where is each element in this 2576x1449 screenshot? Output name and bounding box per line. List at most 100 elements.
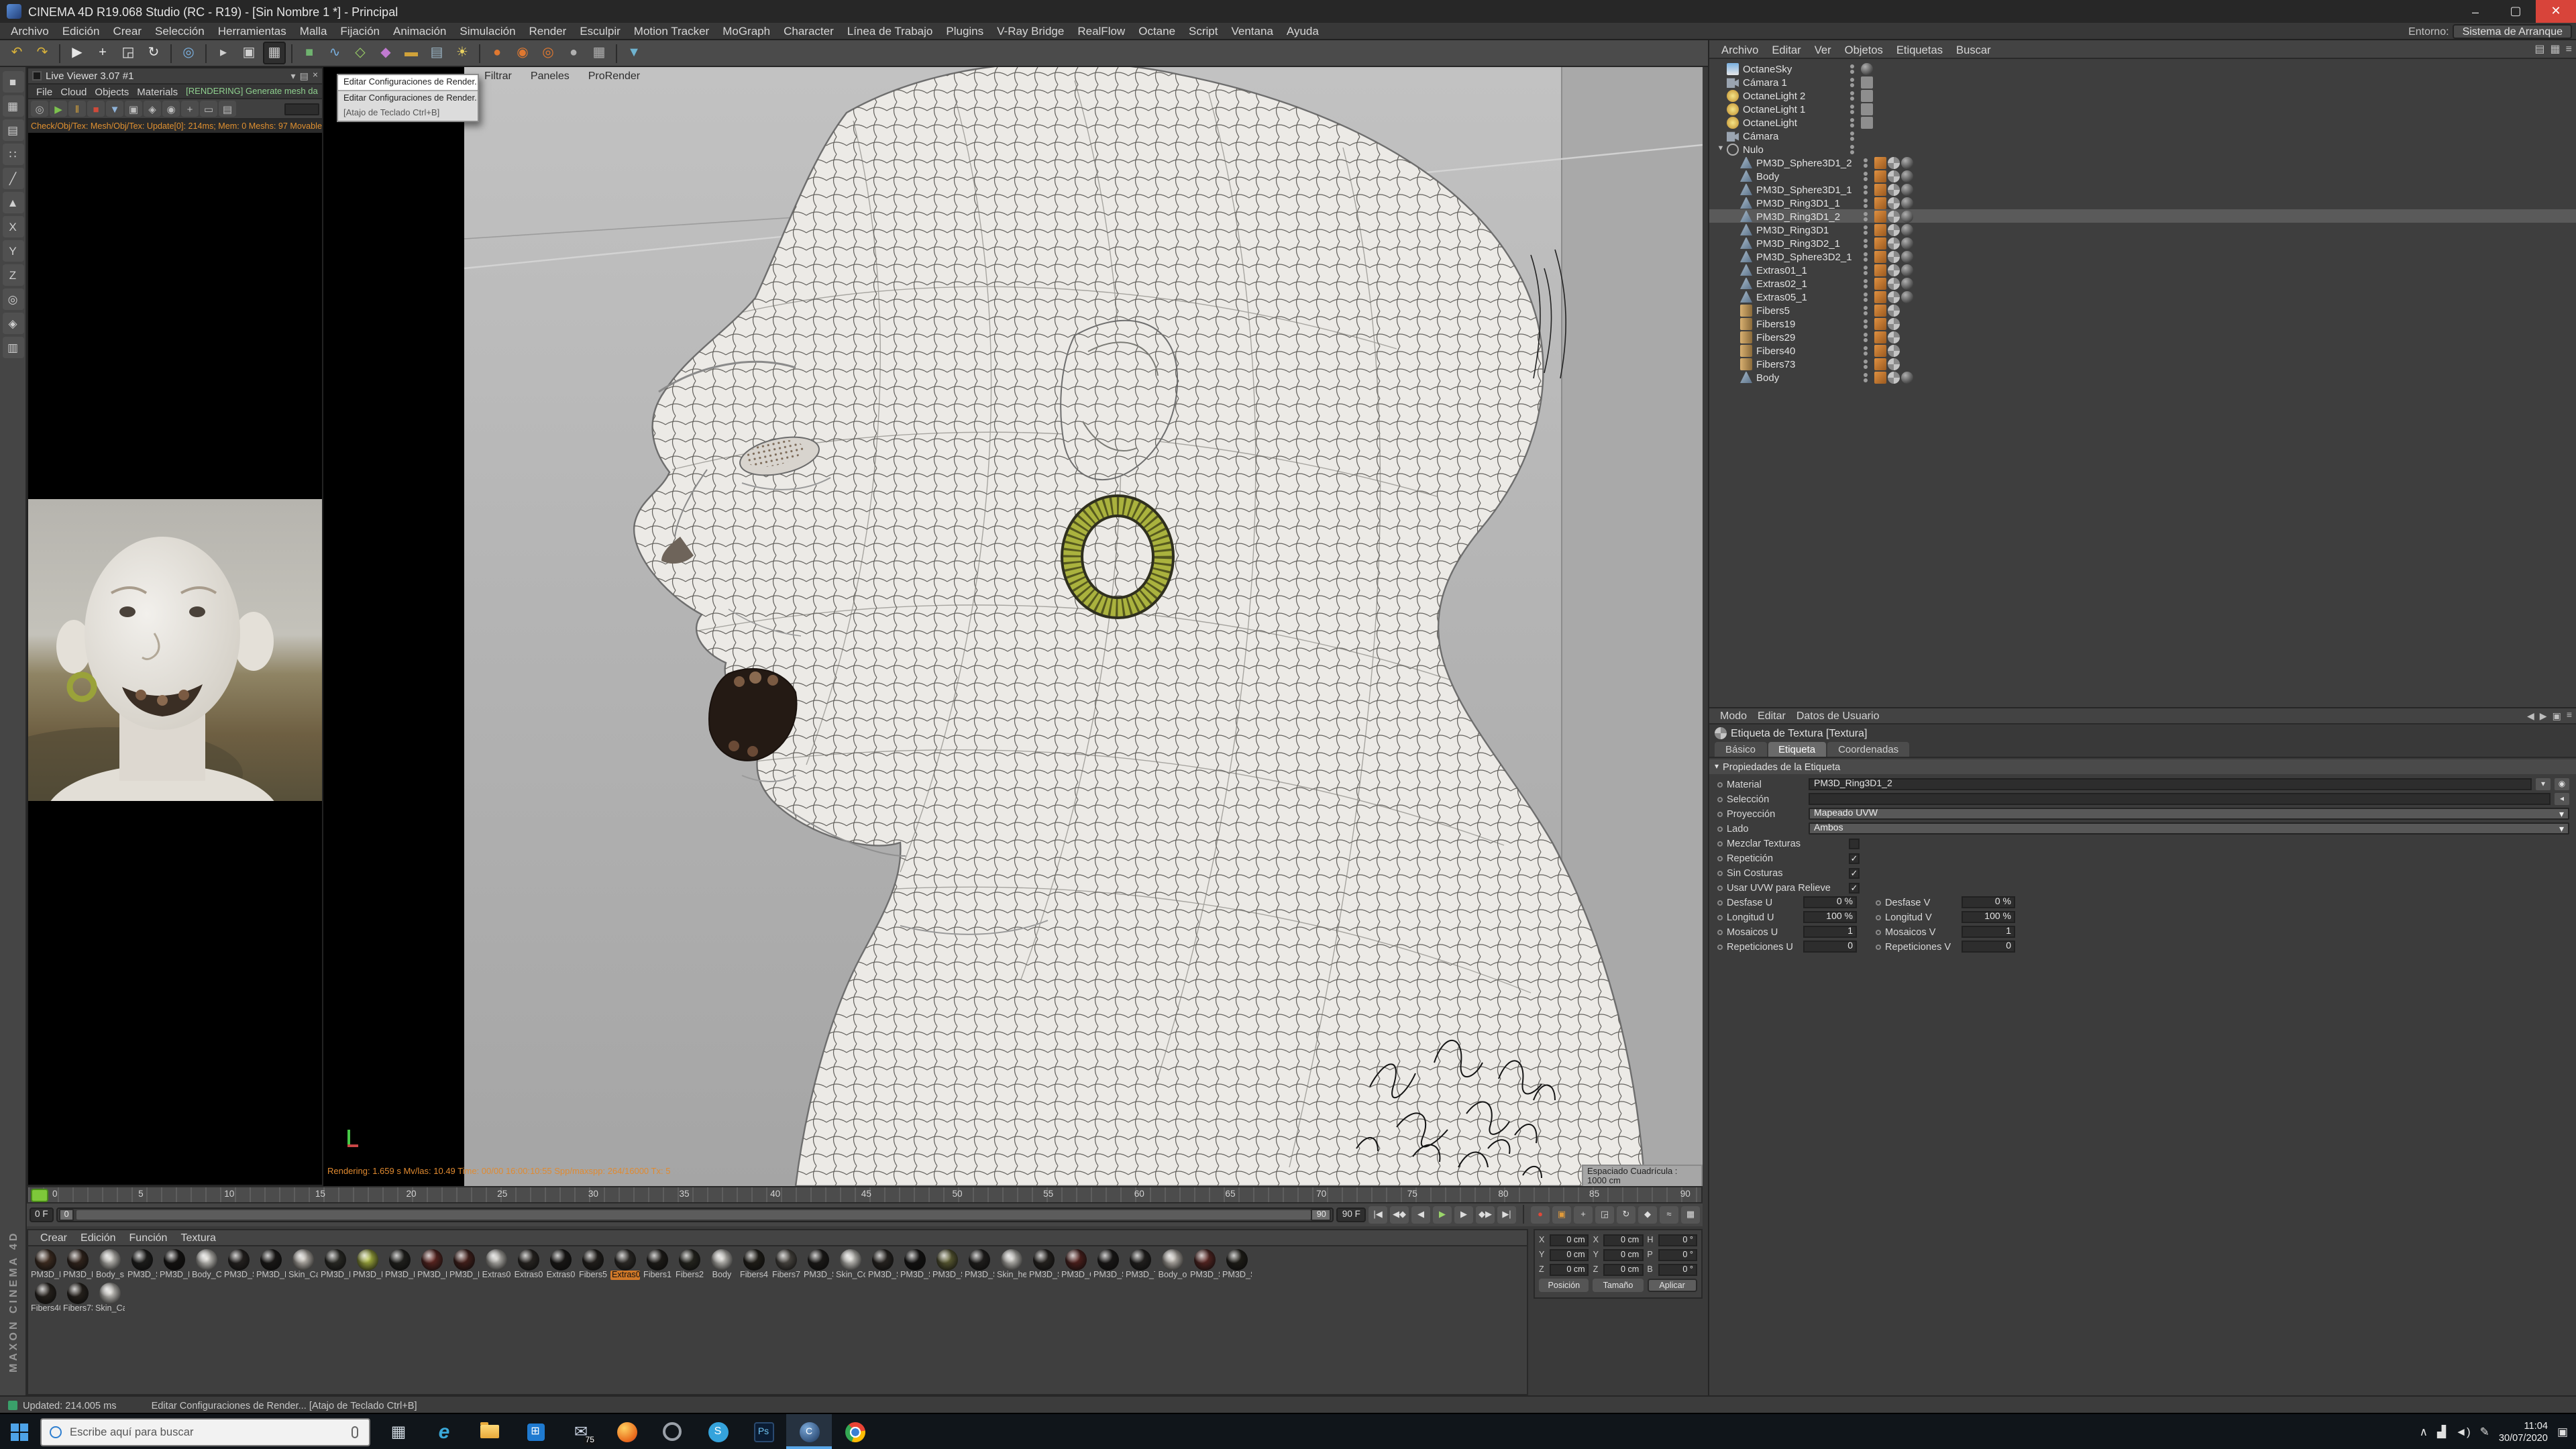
am-options-icon[interactable]: ≡: [2567, 710, 2572, 721]
visibility-dots[interactable]: [1864, 198, 1868, 207]
uvw-tag-icon[interactable]: [1888, 156, 1900, 168]
material-fibers1[interactable]: Fibers1: [643, 1249, 672, 1280]
uvw-tag-icon[interactable]: [1888, 304, 1900, 316]
next-key-button[interactable]: ◆▶: [1476, 1205, 1495, 1223]
material-pm3d-s[interactable]: PM3D_S: [965, 1249, 994, 1280]
octane-material-icon[interactable]: ●: [562, 42, 585, 64]
material-skin-co[interactable]: Skin_Co: [836, 1249, 865, 1280]
material-body-c[interactable]: Body_C: [192, 1249, 221, 1280]
object-row-pm3d-ring3d1[interactable]: PM3D_Ring3D1: [1709, 223, 2576, 236]
checkbox-mezclar-texturas[interactable]: [1849, 838, 1860, 849]
visibility-dots[interactable]: [1864, 305, 1868, 315]
seleccion-clear-button[interactable]: ◂: [2555, 793, 2569, 805]
vp-menu-filtrar[interactable]: Filtrar: [484, 69, 512, 81]
visibility-dots[interactable]: [1864, 171, 1868, 180]
end-frame-field[interactable]: 90 F: [1337, 1207, 1366, 1222]
restart-render-icon[interactable]: ▶: [50, 101, 67, 117]
material-extras0[interactable]: Extras0: [546, 1249, 576, 1280]
mat-tag-icon[interactable]: [1901, 156, 1913, 168]
add-floor-icon[interactable]: ▬: [400, 42, 423, 64]
anim-dot[interactable]: [1876, 944, 1881, 949]
snap-icon[interactable]: ◈: [2, 313, 23, 334]
save-render-icon[interactable]: ▼: [106, 101, 123, 117]
record-parameter-button[interactable]: ◆: [1638, 1205, 1657, 1223]
record-scale-button[interactable]: ◲: [1595, 1205, 1614, 1223]
anim-dot[interactable]: [1876, 914, 1881, 920]
skype-icon[interactable]: S: [695, 1414, 741, 1449]
vp-menu-prorender[interactable]: ProRender: [588, 69, 640, 81]
render-picture-viewer-icon[interactable]: ▣: [237, 42, 260, 64]
uvw-tag-icon[interactable]: [1888, 264, 1900, 276]
lado-select[interactable]: Ambos▾: [1809, 822, 2569, 835]
am-forward-icon[interactable]: ▶: [2540, 710, 2547, 721]
menu-plugins[interactable]: Plugins: [939, 24, 990, 38]
prev-frame-button[interactable]: ◀: [1411, 1205, 1430, 1223]
object-row-octanelight-1[interactable]: OctaneLight 1: [1709, 102, 2576, 115]
coord-input-posici-n-x[interactable]: 0 cm: [1550, 1234, 1589, 1246]
material-fibers2[interactable]: Fibers2: [675, 1249, 704, 1280]
current-frame-field[interactable]: 0 F: [30, 1207, 54, 1222]
object-row-extras05-1[interactable]: Extras05_1: [1709, 290, 2576, 303]
menu-esculpir[interactable]: Esculpir: [573, 24, 627, 38]
gray-tag-icon[interactable]: [1861, 76, 1873, 88]
record-rotation-button[interactable]: ↻: [1617, 1205, 1635, 1223]
om-menu-ver[interactable]: Ver: [1808, 42, 1838, 56]
material-pm3d-p[interactable]: PM3D_P: [256, 1249, 286, 1280]
material-pm3d-p[interactable]: PM3D_P: [31, 1249, 60, 1280]
prev-key-button[interactable]: ◀◆: [1390, 1205, 1409, 1223]
anim-dot[interactable]: [1876, 900, 1881, 905]
om-menu-etiquetas[interactable]: Etiquetas: [1890, 42, 1949, 56]
playhead[interactable]: [31, 1189, 48, 1202]
orange-tag-icon[interactable]: [1874, 304, 1886, 316]
visibility-dots[interactable]: [1850, 144, 1854, 154]
mat-menu-textura[interactable]: Textura: [174, 1232, 222, 1244]
am-back-icon[interactable]: ◀: [2527, 710, 2534, 721]
play-button[interactable]: ▶: [1433, 1205, 1452, 1223]
record-pla-button[interactable]: ≈: [1660, 1205, 1678, 1223]
am-menu-datos-de-usuario[interactable]: Datos de Usuario: [1791, 710, 1885, 722]
tab-b-sico[interactable]: Básico: [1715, 742, 1766, 757]
render-settings-icon[interactable]: ▦: [263, 42, 286, 64]
coord-mode-select-0[interactable]: Posición: [1539, 1279, 1589, 1292]
clipboard-copy-icon[interactable]: ▣: [125, 101, 142, 117]
menu-crear[interactable]: Crear: [106, 24, 148, 38]
checkbox-sin-costuras[interactable]: ✓: [1849, 867, 1860, 878]
material-pm3d-s[interactable]: PM3D_S: [1222, 1249, 1252, 1280]
camera-sync-icon[interactable]: ▤: [219, 101, 236, 117]
coordinate-system-icon[interactable]: ◎: [177, 42, 200, 64]
volume-icon[interactable]: ◄): [2455, 1425, 2471, 1438]
gray-tag-icon[interactable]: [1861, 89, 1873, 101]
visibility-dots[interactable]: [1864, 184, 1868, 194]
material-pm3d-s[interactable]: PM3D_S: [1190, 1249, 1220, 1280]
visibility-dots[interactable]: [1864, 265, 1868, 274]
start-button[interactable]: [0, 1413, 38, 1449]
checkbox-repetici-n[interactable]: ✓: [1849, 853, 1860, 863]
workplane-snap-icon[interactable]: ▥: [2, 337, 23, 358]
uvw-tag-icon[interactable]: [1888, 250, 1900, 262]
material-skin-he[interactable]: Skin_he: [997, 1249, 1026, 1280]
viewport-canvas[interactable]: [323, 67, 1703, 1186]
param-field-desfase-u[interactable]: 0 %: [1803, 896, 1857, 908]
menu-mograph[interactable]: MoGraph: [716, 24, 777, 38]
uvw-tag-icon[interactable]: [1888, 277, 1900, 289]
orange-tag-icon[interactable]: [1874, 250, 1886, 262]
object-row-octanesky[interactable]: OctaneSky: [1709, 62, 2576, 75]
taskbar-search[interactable]: Escribe aquí para buscar: [40, 1417, 370, 1446]
mode-points-icon[interactable]: ∷: [2, 144, 23, 165]
microphone-icon[interactable]: [352, 1426, 358, 1438]
lock-y-icon[interactable]: Y: [2, 240, 23, 262]
scale-icon[interactable]: ◲: [117, 42, 140, 64]
menu-script[interactable]: Script: [1182, 24, 1224, 38]
next-frame-button[interactable]: ▶: [1454, 1205, 1473, 1223]
material-body-s[interactable]: Body_s: [95, 1249, 125, 1280]
menu-character[interactable]: Character: [777, 24, 841, 38]
uvw-tag-icon[interactable]: [1888, 358, 1900, 370]
visibility-dots[interactable]: [1850, 91, 1854, 100]
anim-dot[interactable]: [1717, 885, 1723, 890]
expander-icon[interactable]: ▼: [1715, 145, 1727, 153]
material-fibers7[interactable]: Fibers7: [771, 1249, 801, 1280]
mode-polygons-icon[interactable]: ▲: [2, 192, 23, 213]
menu-animaci-n[interactable]: Animación: [386, 24, 453, 38]
search-input[interactable]: Escribe aquí para buscar: [70, 1425, 352, 1438]
material-skin-ca[interactable]: Skin_Ca: [95, 1283, 125, 1313]
